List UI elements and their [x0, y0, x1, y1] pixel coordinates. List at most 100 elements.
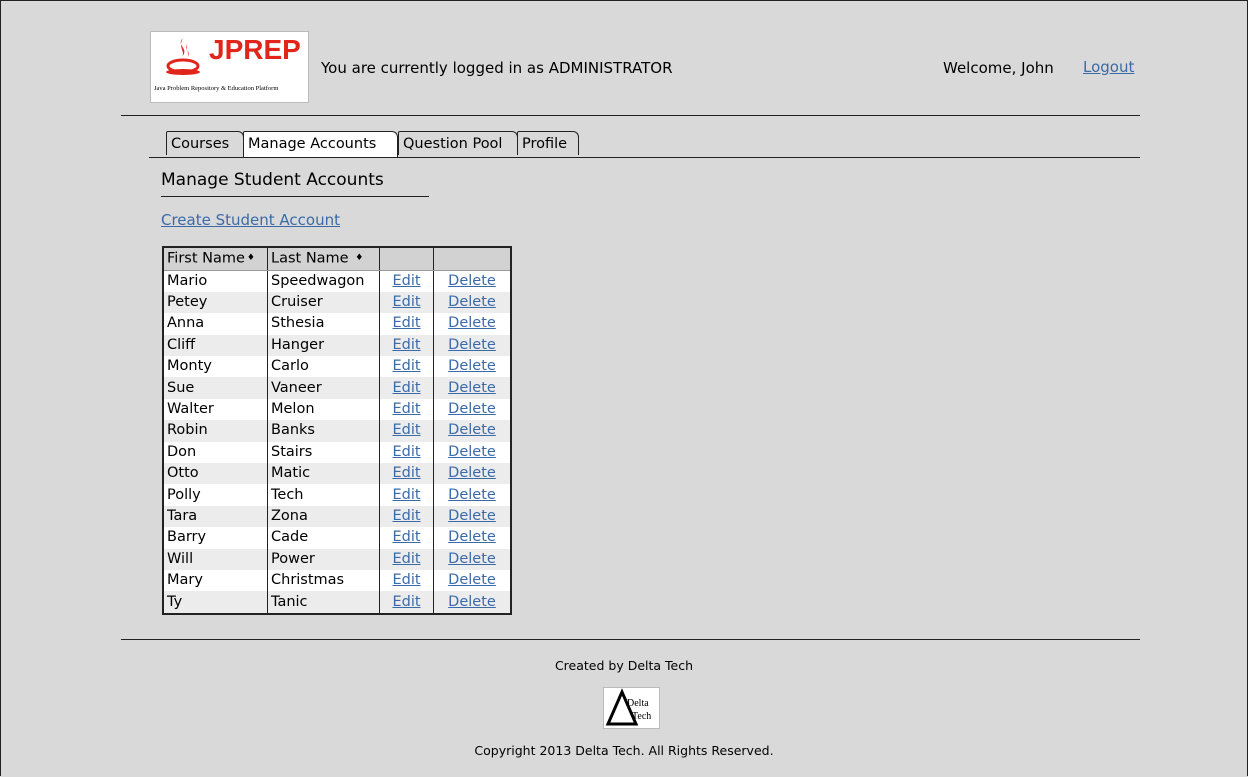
delete-link[interactable]: Delete: [448, 337, 496, 353]
last-name-cell: Banks: [267, 420, 380, 442]
first-name-cell: Tara: [163, 505, 268, 528]
delete-link[interactable]: Delete: [448, 529, 496, 545]
delete-link[interactable]: Delete: [448, 444, 496, 460]
logo-text-tech: Tech: [632, 711, 651, 722]
edit-link[interactable]: Edit: [392, 508, 420, 524]
delete-link[interactable]: Delete: [448, 401, 496, 417]
column-header-last-name[interactable]: Last Name ♦: [267, 247, 380, 271]
edit-link[interactable]: Edit: [392, 594, 420, 610]
tab-question-pool[interactable]: Question Pool: [398, 131, 518, 155]
table-row: Cliff Hanger Edit Delete: [163, 334, 511, 357]
first-name-cell: Monty: [163, 356, 268, 378]
table-row: Polly Tech Edit Delete: [163, 484, 511, 506]
delete-link[interactable]: Delete: [448, 315, 496, 331]
last-name-cell: Zona: [267, 505, 380, 528]
delete-link[interactable]: Delete: [448, 294, 496, 310]
login-status: You are currently logged in as ADMINISTR…: [321, 59, 673, 77]
edit-link[interactable]: Edit: [392, 529, 420, 545]
edit-cell: Edit: [379, 441, 434, 464]
edit-cell: Edit: [379, 377, 434, 399]
delete-cell: Delete: [433, 569, 511, 592]
last-name-cell: Tech: [267, 484, 380, 506]
delete-link[interactable]: Delete: [448, 358, 496, 374]
edit-cell: Edit: [379, 270, 434, 292]
tab-label: Courses: [171, 136, 230, 152]
table-row: Mary Christmas Edit Delete: [163, 569, 511, 592]
last-name-cell: Sthesia: [267, 313, 380, 335]
edit-cell: Edit: [379, 548, 434, 570]
delete-link[interactable]: Delete: [448, 572, 496, 588]
edit-link[interactable]: Edit: [392, 422, 420, 438]
edit-cell: Edit: [379, 484, 434, 506]
table-row: Will Power Edit Delete: [163, 548, 511, 570]
delete-cell: Delete: [433, 291, 511, 314]
delete-link[interactable]: Delete: [448, 551, 496, 567]
last-name-cell: Cade: [267, 527, 380, 549]
tab-profile[interactable]: Profile: [517, 131, 579, 155]
edit-link[interactable]: Edit: [392, 572, 420, 588]
edit-link[interactable]: Edit: [392, 487, 420, 503]
edit-link[interactable]: Edit: [392, 294, 420, 310]
table-row: Mario Speedwagon Edit Delete: [163, 270, 511, 292]
created-by-text: Created by Delta Tech: [554, 658, 694, 673]
table-row: Petey Cruiser Edit Delete: [163, 291, 511, 314]
edit-cell: Edit: [379, 420, 434, 442]
edit-link[interactable]: Edit: [392, 358, 420, 374]
jprep-logo: JPREP Java Problem Repository & Educatio…: [150, 31, 309, 103]
table-row: Monty Carlo Edit Delete: [163, 356, 511, 378]
edit-link[interactable]: Edit: [392, 465, 420, 481]
delete-cell: Delete: [433, 356, 511, 378]
edit-link[interactable]: Edit: [392, 273, 420, 289]
first-name-cell: Ty: [163, 591, 268, 614]
column-header-first-name[interactable]: First Name ♦: [163, 247, 268, 271]
delete-link[interactable]: Delete: [448, 487, 496, 503]
table-row: Ty Tanic Edit Delete: [163, 591, 511, 614]
last-name-cell: Carlo: [267, 356, 380, 378]
sort-icon[interactable]: ♦: [355, 253, 363, 263]
delete-cell: Delete: [433, 377, 511, 399]
tab-label: Profile: [522, 136, 568, 152]
delete-link[interactable]: Delete: [448, 594, 496, 610]
delete-link[interactable]: Delete: [448, 422, 496, 438]
first-name-cell: Mario: [163, 270, 268, 292]
edit-link[interactable]: Edit: [392, 380, 420, 396]
last-name-cell: Vaneer: [267, 377, 380, 399]
delete-link[interactable]: Delete: [448, 508, 496, 524]
last-name-cell: Speedwagon: [267, 270, 380, 292]
edit-link[interactable]: Edit: [392, 315, 420, 331]
first-name-cell: Don: [163, 441, 268, 464]
delete-link[interactable]: Delete: [448, 380, 496, 396]
last-name-cell: Hanger: [267, 334, 380, 357]
edit-link[interactable]: Edit: [392, 444, 420, 460]
delete-link[interactable]: Delete: [448, 465, 496, 481]
accounts-table: First Name ♦ Last Name ♦ Mario Speedwagon E…: [162, 246, 512, 615]
delete-cell: Delete: [433, 484, 511, 506]
last-name-cell: Stairs: [267, 441, 380, 464]
edit-cell: Edit: [379, 463, 434, 485]
column-label: Last Name: [271, 250, 349, 267]
edit-cell: Edit: [379, 527, 434, 549]
edit-cell: Edit: [379, 591, 434, 614]
table-row: Barry Cade Edit Delete: [163, 527, 511, 549]
edit-link[interactable]: Edit: [392, 401, 420, 417]
edit-link[interactable]: Edit: [392, 551, 420, 567]
jprep-logo-icon: [166, 38, 200, 75]
delete-cell: Delete: [433, 548, 511, 570]
tab-courses[interactable]: Courses: [166, 131, 244, 155]
delete-link[interactable]: Delete: [448, 273, 496, 289]
last-name-cell: Matic: [267, 463, 380, 485]
create-student-account-link[interactable]: Create Student Account: [161, 211, 340, 229]
edit-cell: Edit: [379, 313, 434, 335]
first-name-cell: Anna: [163, 313, 268, 335]
sort-icon[interactable]: ♦: [247, 253, 255, 263]
edit-link[interactable]: Edit: [392, 337, 420, 353]
table-row: Tara Zona Edit Delete: [163, 505, 511, 528]
logo-text-delta: Delta: [627, 698, 649, 709]
delete-cell: Delete: [433, 398, 511, 421]
delete-cell: Delete: [433, 463, 511, 485]
table-header-row: First Name ♦ Last Name ♦: [163, 247, 511, 271]
table-row: Otto Matic Edit Delete: [163, 463, 511, 485]
logout-link[interactable]: Logout: [1083, 58, 1134, 76]
tab-manage-accounts[interactable]: Manage Accounts: [243, 131, 398, 157]
page-title: Manage Student Accounts: [161, 170, 384, 190]
